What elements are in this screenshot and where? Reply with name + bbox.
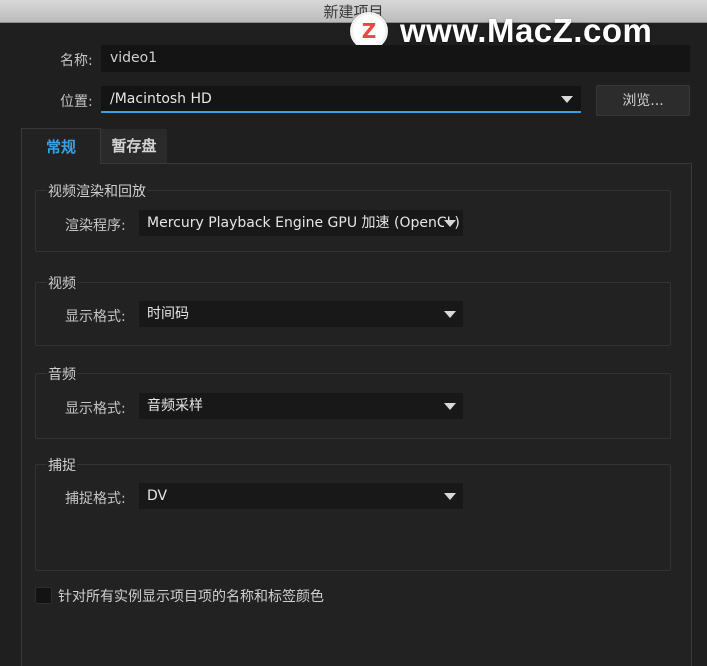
name-input[interactable]: video1	[101, 45, 690, 72]
location-dropdown[interactable]: /Macintosh HD	[101, 86, 581, 113]
capture-group	[35, 464, 671, 571]
video-group-title: 视频	[47, 273, 77, 293]
location-label: 位置:	[60, 94, 93, 110]
audio-group-title: 音频	[47, 364, 77, 384]
name-label: 名称:	[60, 53, 93, 69]
video-display-format-label: 显示格式:	[65, 309, 126, 325]
tab-scratch-disks[interactable]: 暂存盘	[101, 129, 167, 163]
capture-format-value: DV	[147, 488, 168, 504]
watermark-logo-letter: Z	[361, 19, 377, 43]
tab-general[interactable]: 常规	[21, 128, 101, 164]
render-group-title: 视频渲染和回放	[47, 181, 147, 201]
chevron-down-icon	[444, 403, 456, 410]
chevron-down-icon	[444, 493, 456, 500]
audio-display-format-label: 显示格式:	[65, 401, 126, 417]
chevron-down-icon	[444, 311, 456, 318]
location-value: /Macintosh HD	[110, 91, 212, 107]
audio-display-format-dropdown[interactable]: 音频采样	[139, 393, 463, 419]
chevron-down-icon	[444, 220, 456, 227]
show-name-label-color-label: 针对所有实例显示项目项的名称和标签颜色	[58, 589, 324, 605]
capture-format-dropdown[interactable]: DV	[139, 483, 463, 509]
show-name-label-color-checkbox[interactable]	[35, 587, 52, 604]
renderer-label: 渲染程序:	[65, 218, 126, 234]
renderer-dropdown[interactable]: Mercury Playback Engine GPU 加速 (OpenCL)	[139, 210, 463, 236]
renderer-value: Mercury Playback Engine GPU 加速 (OpenCL)	[147, 215, 460, 231]
capture-group-title: 捕捉	[47, 455, 77, 475]
chevron-down-icon	[561, 96, 573, 103]
capture-format-label: 捕捉格式:	[65, 491, 126, 507]
video-display-format-value: 时间码	[147, 306, 189, 322]
browse-button[interactable]: 浏览...	[596, 85, 690, 116]
audio-display-format-value: 音频采样	[147, 398, 203, 414]
video-display-format-dropdown[interactable]: 时间码	[139, 301, 463, 327]
